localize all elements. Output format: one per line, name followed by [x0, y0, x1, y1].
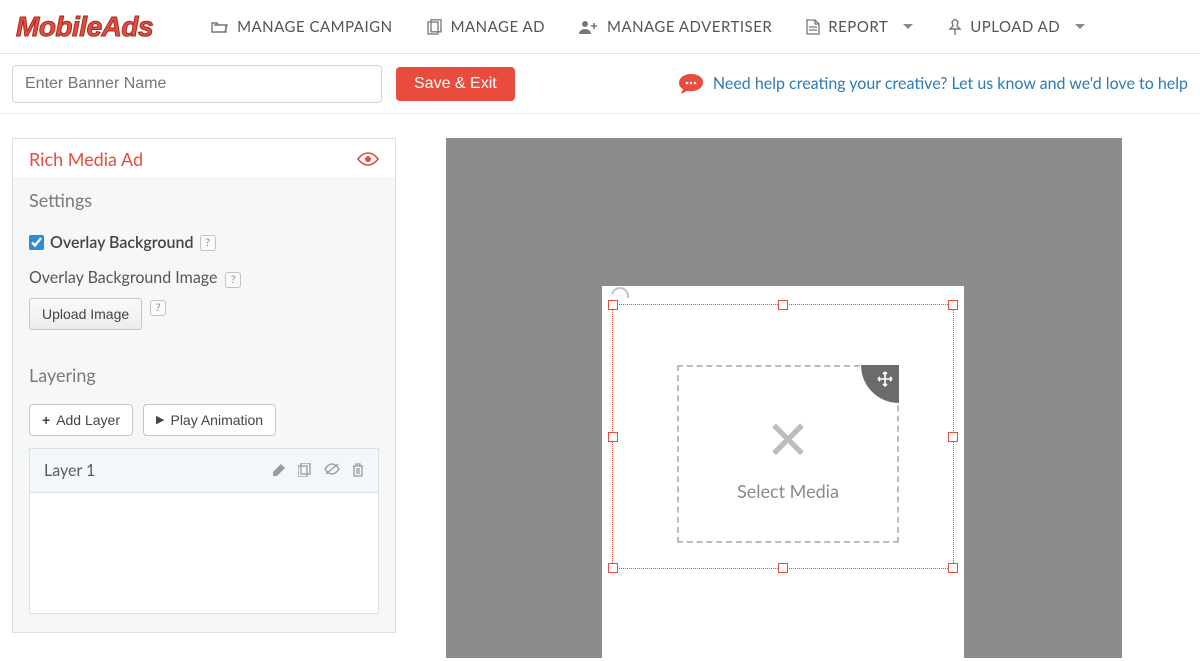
play-animation-label: Play Animation — [170, 412, 263, 428]
nav-links: MANAGE CAMPAIGN MANAGE AD MANAGE ADVERTI… — [211, 18, 1086, 36]
nav-manage-advertiser[interactable]: MANAGE ADVERTISER — [579, 18, 772, 36]
edit-icon[interactable] — [272, 463, 286, 477]
overlay-bg-image-block: Overlay Background Image ? Upload Image … — [29, 268, 379, 330]
document-icon — [806, 19, 820, 35]
overlay-bg-label: Overlay Background — [50, 233, 194, 252]
canvas-area[interactable]: ✕ Select Media — [446, 138, 1122, 658]
nav-upload-ad[interactable]: UPLOAD AD — [948, 18, 1086, 36]
resize-handle[interactable] — [608, 300, 618, 310]
placeholder-x-icon: ✕ — [765, 406, 810, 472]
resize-handle[interactable] — [948, 300, 958, 310]
plus-icon: + — [42, 412, 50, 428]
layer-body — [30, 493, 378, 613]
pin-icon — [948, 19, 962, 35]
nav-label: REPORT — [828, 18, 888, 36]
overlay-bg-image-label: Overlay Background Image — [29, 268, 217, 287]
visibility-icon[interactable] — [324, 463, 340, 477]
settings-panel: Rich Media Ad Settings Overlay Backgroun… — [12, 138, 396, 633]
play-icon: ▶ — [156, 413, 164, 426]
save-exit-button[interactable]: Save & Exit — [396, 67, 515, 101]
top-nav: MobileAds MANAGE CAMPAIGN MANAGE AD MANA… — [0, 0, 1200, 54]
artboard[interactable]: ✕ Select Media — [602, 286, 964, 658]
nav-label: UPLOAD AD — [970, 18, 1060, 36]
panel-title: Rich Media Ad — [29, 148, 143, 170]
resize-handle[interactable] — [948, 432, 958, 442]
copy-icon — [427, 19, 443, 35]
settings-section: Settings Overlay Background ? Overlay Ba… — [13, 179, 395, 632]
nav-report[interactable]: REPORT — [806, 18, 914, 36]
folder-open-icon — [211, 20, 229, 34]
layer-row[interactable]: Layer 1 — [30, 449, 378, 493]
chevron-down-icon — [902, 23, 914, 31]
layers-list: Layer 1 — [29, 448, 379, 614]
help-badge-icon[interactable]: ? — [200, 235, 216, 251]
media-placeholder[interactable]: ✕ Select Media — [677, 365, 899, 543]
layer-tools — [272, 463, 364, 477]
resize-handle[interactable] — [778, 300, 788, 310]
duplicate-icon[interactable] — [298, 463, 312, 477]
eye-icon[interactable] — [357, 152, 379, 166]
help-area: Need help creating your creative? Let us… — [679, 74, 1188, 94]
play-animation-button[interactable]: ▶ Play Animation — [143, 404, 276, 436]
trash-icon[interactable] — [352, 463, 364, 477]
nav-label: MANAGE AD — [451, 18, 545, 36]
resize-handle[interactable] — [778, 563, 788, 573]
chat-icon — [679, 74, 703, 94]
add-layer-label: Add Layer — [56, 412, 120, 428]
move-icon — [877, 371, 893, 387]
move-handle[interactable] — [861, 365, 899, 403]
help-badge-icon[interactable]: ? — [225, 272, 241, 288]
help-link[interactable]: Need help creating your creative? Let us… — [713, 74, 1188, 93]
upload-image-button[interactable]: Upload Image — [29, 298, 142, 330]
chevron-down-icon — [1074, 23, 1086, 31]
banner-name-input[interactable] — [12, 65, 382, 103]
add-layer-button[interactable]: + Add Layer — [29, 404, 133, 436]
main-area: Rich Media Ad Settings Overlay Backgroun… — [0, 114, 1200, 658]
brand-ads: Ads — [102, 11, 153, 42]
overlay-bg-checkbox[interactable] — [29, 235, 44, 250]
resize-handle[interactable] — [608, 432, 618, 442]
panel-header: Rich Media Ad — [13, 139, 395, 179]
user-plus-icon — [579, 20, 599, 34]
nav-label: MANAGE CAMPAIGN — [237, 18, 393, 36]
brand-logo: MobileAds — [12, 11, 153, 43]
layer-name: Layer 1 — [44, 461, 95, 480]
help-badge-icon[interactable]: ? — [150, 300, 166, 316]
nav-label: MANAGE ADVERTISER — [607, 18, 772, 36]
nav-manage-ad[interactable]: MANAGE AD — [427, 18, 545, 36]
selection-bounds[interactable]: ✕ Select Media — [612, 304, 954, 569]
sub-bar: Save & Exit Need help creating your crea… — [0, 54, 1200, 114]
resize-handle[interactable] — [608, 563, 618, 573]
layer-buttons: + Add Layer ▶ Play Animation — [29, 404, 379, 436]
nav-manage-campaign[interactable]: MANAGE CAMPAIGN — [211, 18, 393, 36]
brand-mobile: Mobile — [16, 11, 102, 42]
overlay-bg-row: Overlay Background ? — [29, 233, 379, 252]
settings-heading: Settings — [29, 189, 379, 211]
layering-heading: Layering — [29, 364, 379, 386]
resize-handle[interactable] — [948, 563, 958, 573]
select-media-label: Select Media — [737, 480, 839, 502]
